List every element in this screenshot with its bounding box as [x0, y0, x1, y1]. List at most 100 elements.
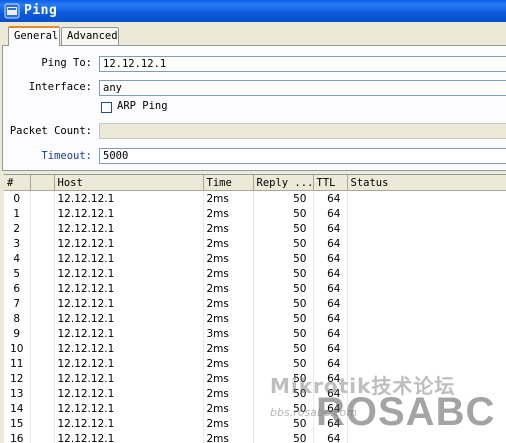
table-row[interactable]: 212.12.12.12ms5064 — [4, 221, 506, 236]
column-header-index[interactable]: # — [4, 175, 30, 191]
table-row[interactable]: 1212.12.12.12ms5064 — [4, 371, 506, 386]
cell-reply-size: 50 — [253, 416, 313, 431]
cell-host: 12.12.12.1 — [54, 371, 203, 386]
cell-ttl: 64 — [313, 326, 347, 341]
cell-flag — [30, 251, 54, 266]
column-header-reply-size[interactable]: Reply ... — [253, 175, 313, 191]
table-row[interactable]: 1512.12.12.12ms5064 — [4, 416, 506, 431]
table-row[interactable]: 912.12.12.13ms5064 — [4, 326, 506, 341]
cell-flag — [30, 266, 54, 281]
cell-index: 0 — [4, 191, 30, 207]
column-header-status[interactable]: Status — [347, 175, 506, 191]
cell-reply-size: 50 — [253, 266, 313, 281]
cell-flag — [30, 296, 54, 311]
table-row[interactable]: 1012.12.12.12ms5064 — [4, 341, 506, 356]
cell-ttl: 64 — [313, 236, 347, 251]
table-body: 012.12.12.12ms5064112.12.12.12ms5064212.… — [4, 191, 506, 443]
table-row[interactable]: 012.12.12.12ms5064 — [4, 191, 506, 207]
tab-strip: General Advanced — [0, 26, 506, 46]
cell-reply-size: 50 — [253, 296, 313, 311]
table-row[interactable]: 612.12.12.12ms5064 — [4, 281, 506, 296]
tab-general[interactable]: General — [8, 26, 60, 46]
table-row[interactable]: 412.12.12.12ms5064 — [4, 251, 506, 266]
column-header-ttl[interactable]: TTL — [313, 175, 347, 191]
cell-status — [347, 251, 506, 266]
cell-ttl: 64 — [313, 296, 347, 311]
cell-status — [347, 296, 506, 311]
cell-status — [347, 431, 506, 443]
cell-flag — [30, 371, 54, 386]
table-row[interactable]: 812.12.12.12ms5064 — [4, 311, 506, 326]
table-row[interactable]: 1312.12.12.12ms5064 — [4, 386, 506, 401]
cell-time: 2ms — [203, 221, 253, 236]
column-header-host[interactable]: Host — [54, 175, 203, 191]
arp-ping-checkbox[interactable] — [101, 102, 112, 113]
cell-status — [347, 386, 506, 401]
cell-time: 3ms — [203, 326, 253, 341]
cell-host: 12.12.12.1 — [54, 281, 203, 296]
cell-host: 12.12.12.1 — [54, 191, 203, 207]
cell-status — [347, 371, 506, 386]
cell-host: 12.12.12.1 — [54, 296, 203, 311]
cell-index: 6 — [4, 281, 30, 296]
packet-count-input[interactable] — [99, 123, 506, 139]
cell-index: 2 — [4, 221, 30, 236]
cell-status — [347, 356, 506, 371]
cell-index: 3 — [4, 236, 30, 251]
table-row[interactable]: 1112.12.12.12ms5064 — [4, 356, 506, 371]
column-header-flag[interactable] — [30, 175, 54, 191]
cell-status — [347, 236, 506, 251]
cell-time: 2ms — [203, 236, 253, 251]
timeout-input[interactable]: 5000 — [99, 148, 506, 164]
mikrotik-window-icon — [4, 3, 20, 19]
packet-count-label: Packet Count: — [10, 125, 92, 137]
cell-status — [347, 416, 506, 431]
interface-label: Interface: — [29, 81, 92, 93]
cell-flag — [30, 401, 54, 416]
cell-flag — [30, 416, 54, 431]
cell-host: 12.12.12.1 — [54, 251, 203, 266]
cell-time: 2ms — [203, 431, 253, 443]
cell-time: 2ms — [203, 311, 253, 326]
cell-index: 12 — [4, 371, 30, 386]
cell-flag — [30, 236, 54, 251]
window-titlebar[interactable]: Ping — [0, 0, 506, 22]
cell-index: 1 — [4, 206, 30, 221]
cell-index: 5 — [4, 266, 30, 281]
tab-advanced[interactable]: Advanced — [61, 27, 119, 45]
table-row[interactable]: 3 12.12.12.12ms5064 — [4, 236, 506, 251]
cell-time: 2ms — [203, 206, 253, 221]
cell-host: 12.12.12.1 — [54, 431, 203, 443]
cell-reply-size: 50 — [253, 221, 313, 236]
cell-ttl: 64 — [313, 311, 347, 326]
ping-to-input[interactable]: 12.12.12.1 — [99, 56, 506, 72]
cell-reply-size: 50 — [253, 311, 313, 326]
table-row[interactable]: 1412.12.12.12ms5064 — [4, 401, 506, 416]
column-header-time[interactable]: Time — [203, 175, 253, 191]
cell-ttl: 64 — [313, 416, 347, 431]
interface-select[interactable]: any — [99, 80, 506, 96]
cell-time: 2ms — [203, 296, 253, 311]
cell-ttl: 64 — [313, 386, 347, 401]
cell-reply-size: 50 — [253, 251, 313, 266]
cell-flag — [30, 341, 54, 356]
cell-time: 2ms — [203, 191, 253, 207]
cell-time: 2ms — [203, 416, 253, 431]
cell-ttl: 64 — [313, 356, 347, 371]
cell-host: 12.12.12.1 — [54, 221, 203, 236]
cell-ttl: 64 — [313, 431, 347, 443]
cell-host: 12.12.12.1 — [54, 206, 203, 221]
cell-time: 2ms — [203, 266, 253, 281]
cell-ttl: 64 — [313, 401, 347, 416]
cell-index: 14 — [4, 401, 30, 416]
table-row[interactable]: 712.12.12.12ms5064 — [4, 296, 506, 311]
table-row[interactable]: 112.12.12.12ms5064 — [4, 206, 506, 221]
table-row[interactable]: 1612.12.12.12ms5064 — [4, 431, 506, 443]
timeout-label: Timeout: — [41, 150, 92, 162]
cell-index: 15 — [4, 416, 30, 431]
cell-host: 12.12.12.1 — [54, 236, 203, 251]
table-row[interactable]: 512.12.12.12ms5064 — [4, 266, 506, 281]
cell-reply-size: 50 — [253, 236, 313, 251]
cell-ttl: 64 — [313, 251, 347, 266]
table-header-row: # Host Time Reply ... TTL Status — [4, 175, 506, 191]
